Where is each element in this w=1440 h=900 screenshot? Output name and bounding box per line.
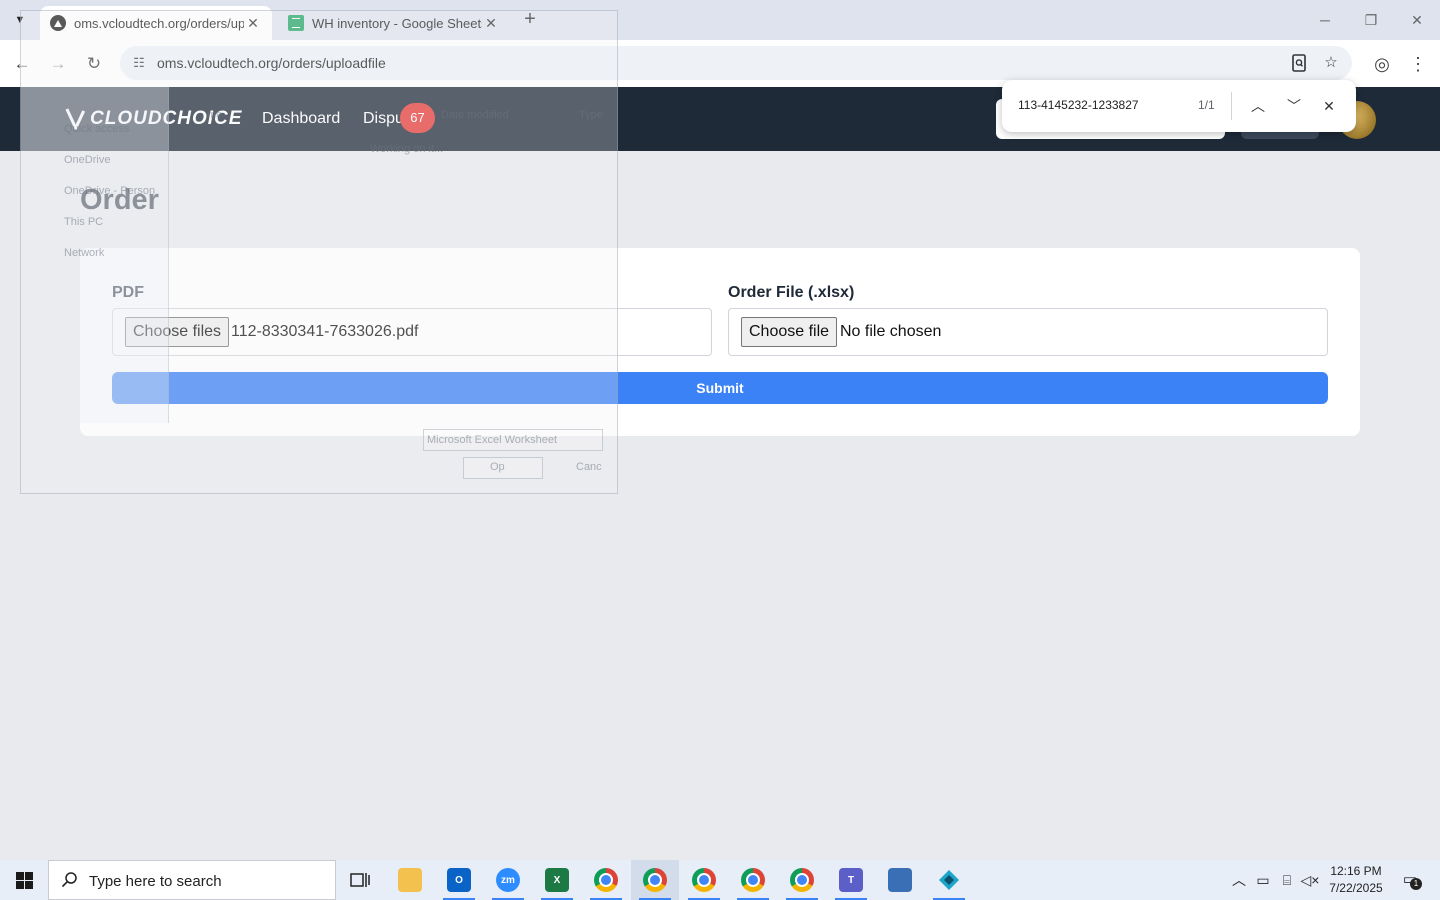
chrome-icon[interactable]: [680, 860, 728, 900]
page-title: Order: [80, 184, 159, 216]
clock-time: 12:16 PM: [1330, 864, 1382, 878]
tab-title: WH inventory - Google Sheets: [312, 15, 482, 31]
ghost-open-text: Op: [490, 461, 505, 473]
taskbar-search-input[interactable]: Type here to search: [48, 860, 336, 900]
network-icon[interactable]: ⌸: [1276, 870, 1298, 890]
find-close-icon[interactable]: ✕: [1316, 93, 1342, 119]
ghost-sidebar-item: OneDrive: [64, 154, 111, 166]
chrome-icon[interactable]: [729, 860, 777, 900]
pdf-choose-files-button[interactable]: Choose files: [125, 317, 230, 347]
taskbar-search-placeholder: Type here to search: [89, 873, 222, 890]
chrome-icon[interactable]: [631, 860, 679, 900]
chrome-icon[interactable]: [582, 860, 630, 900]
oms-favicon-icon: [50, 15, 66, 31]
tray-app-icon[interactable]: ▭: [1252, 870, 1274, 890]
forward-icon[interactable]: →: [45, 51, 71, 77]
app-diamond-icon[interactable]: [925, 860, 973, 900]
find-divider: [1231, 92, 1232, 120]
disputes-count-badge: 67: [400, 103, 435, 133]
tab-search-icon[interactable]: ▼: [8, 8, 32, 32]
clock-date: 7/22/2025: [1329, 881, 1383, 895]
close-tab-icon[interactable]: ✕: [244, 15, 262, 32]
restore-icon[interactable]: ❐: [1356, 8, 1386, 32]
site-info-icon[interactable]: ☷: [130, 54, 148, 72]
tab-oms[interactable]: oms.vcloudtech.org/orders/upl ✕: [40, 6, 272, 40]
find-next-icon[interactable]: ﹀: [1281, 93, 1307, 119]
find-in-page-icon[interactable]: [1289, 54, 1309, 72]
minimize-icon[interactable]: ─: [1310, 8, 1340, 32]
logo-text: CLOUDCHOICE: [90, 108, 243, 129]
excel-icon[interactable]: X: [533, 860, 581, 900]
pdf-label: PDF: [112, 284, 144, 301]
chrome-icon[interactable]: [778, 860, 826, 900]
find-bar: 113-4145232-1233827 1/1 ︿ ﹀ ✕: [1002, 80, 1356, 132]
search-icon: [61, 871, 79, 894]
ghost-open-button: [463, 457, 543, 479]
tab-title: oms.vcloudtech.org/orders/upl: [74, 15, 244, 31]
calculator-icon[interactable]: [876, 860, 924, 900]
start-button[interactable]: [0, 860, 48, 900]
nav-dashboard[interactable]: Dashboard: [262, 110, 340, 128]
pdf-file-name: 112-8330341-7633026.pdf: [231, 323, 419, 340]
submit-button[interactable]: Submit: [112, 372, 1328, 404]
find-query-input[interactable]: 113-4145232-1233827: [1018, 98, 1139, 112]
address-bar[interactable]: ☷ oms.vcloudtech.org/orders/uploadfile ☆: [120, 46, 1352, 80]
order-file-input[interactable]: Choose file No file chosen: [728, 308, 1328, 356]
upload-card: PDF Choose files 112-8330341-7633026.pdf…: [80, 248, 1360, 436]
url-text[interactable]: oms.vcloudtech.org/orders/uploadfile: [157, 55, 386, 71]
zoom-icon[interactable]: zm: [484, 860, 532, 900]
find-match-count: 1/1: [1198, 98, 1215, 112]
close-tab-icon[interactable]: ✕: [482, 15, 500, 32]
nav-disputes[interactable]: Dispu: [363, 110, 404, 128]
show-hidden-icons-icon[interactable]: ︿: [1228, 870, 1250, 890]
notifications-icon[interactable]: ▭ 1: [1396, 868, 1424, 892]
order-file-name: No file chosen: [840, 323, 942, 340]
new-tab-button[interactable]: +: [518, 8, 542, 32]
back-icon[interactable]: ←: [9, 51, 35, 77]
windows-logo-icon: [16, 872, 33, 889]
task-view-icon[interactable]: [336, 860, 384, 900]
find-previous-icon[interactable]: ︿: [1245, 93, 1271, 119]
profile-icon[interactable]: ◎: [1369, 51, 1395, 77]
tab-wh-inventory[interactable]: WH inventory - Google Sheets ✕: [278, 6, 510, 40]
bookmark-star-icon[interactable]: ☆: [1321, 54, 1341, 72]
sheets-favicon-icon: [288, 15, 304, 31]
notification-count: 1: [1410, 878, 1422, 890]
system-clock[interactable]: 12:16 PM 7/22/2025: [1318, 863, 1394, 897]
windows-taskbar: Type here to search O zm X T ︿ ▭ ⌸ ◁× 12…: [0, 860, 1440, 900]
reload-icon[interactable]: ↻: [81, 51, 107, 77]
teams-icon[interactable]: T: [827, 860, 875, 900]
order-file-label: Order File (.xlsx): [728, 284, 855, 301]
order-choose-file-button[interactable]: Choose file: [741, 317, 838, 347]
window-close-icon[interactable]: ✕: [1402, 8, 1432, 32]
pdf-file-input[interactable]: Choose files 112-8330341-7633026.pdf: [112, 308, 712, 356]
chrome-menu-icon[interactable]: ⋮: [1405, 51, 1431, 77]
ghost-sidebar-item: This PC: [64, 216, 104, 228]
file-explorer-icon[interactable]: [386, 860, 434, 900]
logo-mark-icon: [68, 108, 86, 130]
outlook-icon[interactable]: O: [435, 860, 483, 900]
browser-tab-strip: ▼ oms.vcloudtech.org/orders/upl ✕ WH inv…: [0, 0, 1440, 40]
cloudchoice-logo[interactable]: CLOUDCHOICE: [68, 107, 242, 131]
ghost-cancel-text: Canc: [576, 461, 602, 473]
